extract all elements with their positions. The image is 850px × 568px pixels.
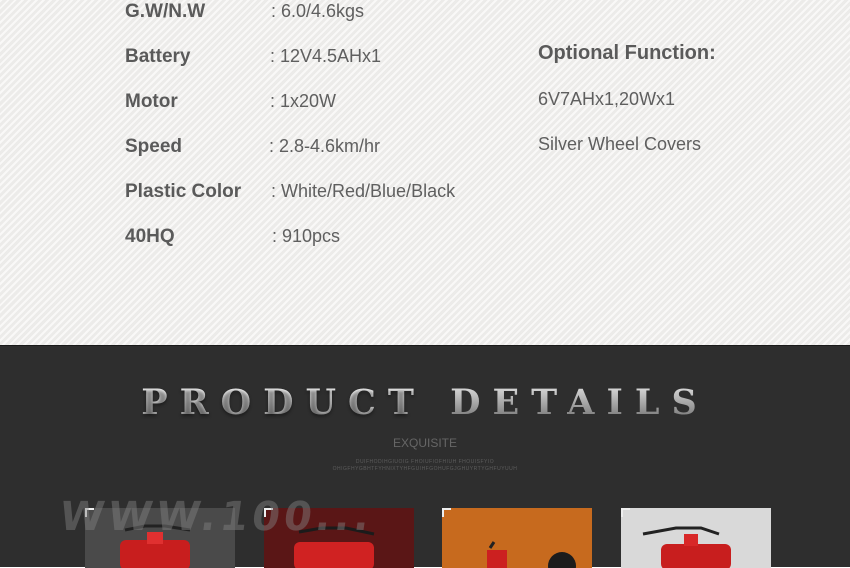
corner-mark xyxy=(442,508,451,517)
watermark: WWW.100... xyxy=(56,494,377,540)
heading-word-details: DETAILS xyxy=(450,382,709,423)
spec-value: : 6.0/4.6kgs xyxy=(271,1,365,21)
spec-label: G.W/N.W xyxy=(125,1,206,22)
spec-label: Motor xyxy=(125,91,178,112)
spec-label: Speed xyxy=(125,136,183,157)
product-details-heading: PRODUCT DETAILS xyxy=(0,382,850,423)
optional-function-title: Optional Function: xyxy=(538,42,716,64)
corner-mark xyxy=(621,508,630,517)
product-details-section: PRODUCT DETAILS EXQUISITE DUIFHODIHGIUOI… xyxy=(0,345,850,568)
fine-print-line: OHIGFHYGBHTFYHNIXTYHFGUIHFGOHUFGJGHUYRTY… xyxy=(332,466,518,472)
heading-word-product: PRODUCT xyxy=(141,382,426,423)
spec-value: : White/Red/Blue/Black xyxy=(271,181,456,201)
product-thumbnail-3[interactable] xyxy=(442,508,592,568)
fine-print-line: DUIFHODIHGIUOIG FHOIUFIOFHIUH FHOUISFYIO xyxy=(355,459,495,465)
spec-value: : 12V4.5AHx1 xyxy=(270,46,382,66)
spec-label: Plastic Color xyxy=(125,181,242,202)
spec-label: 40HQ xyxy=(125,226,175,247)
optional-function-item: Silver Wheel Covers xyxy=(538,134,702,154)
exquisite-subtitle: EXQUISITE xyxy=(392,436,457,450)
spec-value: : 910pcs xyxy=(272,226,341,246)
atv-image xyxy=(642,526,731,568)
specifications-section: G.W/N.W : 6.0/4.6kgs Battery : 12V4.5AHx… xyxy=(0,0,850,345)
product-thumbnail-4[interactable] xyxy=(621,508,771,568)
spec-label: Battery xyxy=(125,46,191,67)
optional-function-item: 6V7AHx1,20Wx1 xyxy=(538,89,676,109)
atv-image xyxy=(487,541,576,568)
spec-value: : 1x20W xyxy=(270,91,337,111)
spec-value: : 2.8-4.6km/hr xyxy=(269,136,381,156)
